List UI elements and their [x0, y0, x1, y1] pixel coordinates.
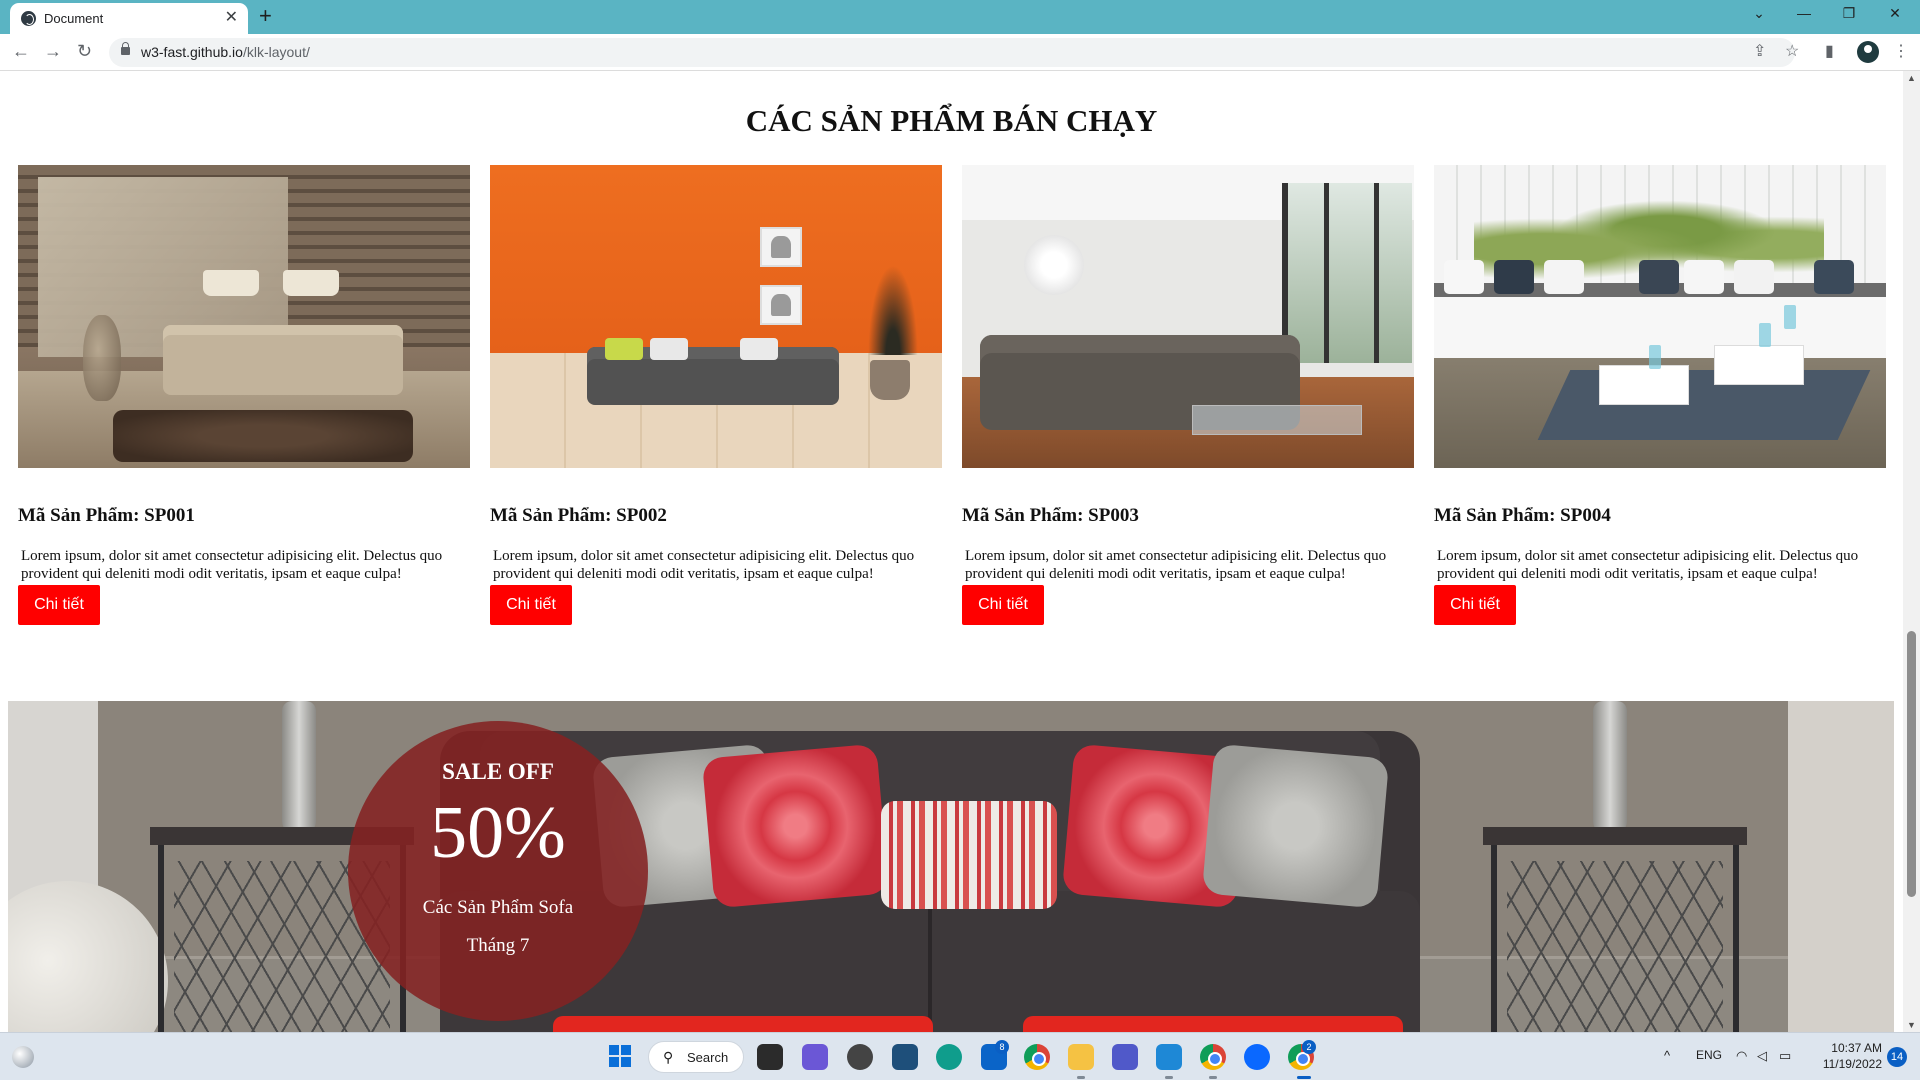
sale-banner: SALE OFF 50% Các Sản Phẩm Sofa Tháng 7 — [8, 701, 1894, 1032]
product-code: Mã Sản Phẩm: SP002 — [490, 505, 667, 526]
language-indicator[interactable]: ENG — [1696, 1048, 1722, 1062]
scroll-down-icon[interactable]: ▼ — [1907, 1020, 1916, 1030]
product-image-modern-room — [962, 165, 1414, 468]
sale-badge: SALE OFF 50% Các Sản Phẩm Sofa Tháng 7 — [348, 721, 648, 1021]
section-title: CÁC SẢN PHẨM BÁN CHẠY — [745, 103, 1158, 138]
sale-percent: 50% — [430, 792, 566, 874]
volume-icon[interactable]: ◁ — [1757, 1048, 1767, 1064]
product-card: Mã Sản Phẩm: SP004 Lorem ipsum, dolor si… — [1434, 165, 1886, 625]
details-button[interactable]: Chi tiết — [490, 585, 572, 625]
chrome-icon[interactable] — [1024, 1044, 1050, 1070]
browser-tab[interactable]: Document ✕ — [10, 3, 248, 34]
minimize-button[interactable]: — — [1789, 5, 1819, 21]
file-explorer-icon[interactable] — [1068, 1044, 1094, 1070]
share-icon[interactable]: ⇪ — [1753, 43, 1766, 61]
back-icon[interactable]: ← — [12, 41, 30, 61]
details-button[interactable]: Chi tiết — [18, 585, 100, 625]
product-description: Lorem ipsum, dolor sit amet consectetur … — [1437, 548, 1859, 582]
close-window-button[interactable]: ✕ — [1880, 5, 1910, 22]
weather-icon[interactable] — [12, 1046, 34, 1068]
vscode-icon[interactable] — [1156, 1044, 1182, 1070]
chrome-badge: 2 — [1302, 1040, 1316, 1054]
page-scrollbar[interactable]: ▲ ▼ — [1903, 71, 1920, 1032]
sale-month: Tháng 7 — [466, 935, 530, 956]
search-label: Search — [687, 1050, 729, 1065]
wifi-icon[interactable]: ◠ — [1736, 1048, 1747, 1064]
product-image-patio — [1434, 165, 1886, 468]
clock[interactable]: 10:37 AM 11/19/2022 — [1812, 1040, 1882, 1072]
chat-icon[interactable] — [802, 1044, 828, 1070]
product-image-orange-room — [490, 165, 942, 468]
search-icon: ⚲ — [663, 1049, 674, 1065]
teams-icon[interactable] — [1112, 1044, 1138, 1070]
chrome-profile-icon[interactable] — [1200, 1044, 1226, 1070]
taskbar-search[interactable]: ⚲ Search — [648, 1041, 744, 1073]
tab-title: Document — [44, 11, 104, 26]
profile-avatar[interactable] — [1857, 41, 1879, 63]
sale-products: Các Sản Phẩm Sofa — [422, 897, 574, 918]
page-viewport: CÁC SẢN PHẨM BÁN CHẠY Mã Sản Phẩm: SP001… — [0, 71, 1903, 1032]
forward-icon[interactable]: → — [44, 41, 62, 61]
zalo-icon[interactable] — [1244, 1044, 1270, 1070]
product-image-living-room — [18, 165, 470, 468]
clock-date: 11/19/2022 — [1822, 1057, 1882, 1071]
details-button[interactable]: Chi tiết — [1434, 585, 1516, 625]
reload-icon[interactable]: ↻ — [77, 41, 92, 61]
notification-badge[interactable]: 14 — [1887, 1047, 1907, 1067]
details-button[interactable]: Chi tiết — [962, 585, 1044, 625]
clock-time: 10:37 AM — [1831, 1041, 1882, 1055]
browser-tab-strip: Document ✕ + ⌄ — ❐ ✕ — [0, 0, 1920, 34]
product-card: Mã Sản Phẩm: SP001 Lorem ipsum, dolor si… — [18, 165, 470, 625]
tab-search-icon[interactable]: ⌄ — [1744, 5, 1774, 22]
scroll-up-icon[interactable]: ▲ — [1907, 73, 1916, 83]
start-icon[interactable] — [609, 1045, 631, 1067]
browser-toolbar: ← → ↻ w3-fast.github.io/klk-layout/ ⇪ ☆ … — [0, 34, 1920, 71]
product-code: Mã Sản Phẩm: SP004 — [1434, 505, 1611, 526]
edge-icon[interactable] — [936, 1044, 962, 1070]
menu-kebab-icon[interactable]: ⋮ — [1893, 43, 1909, 61]
running-indicator — [1165, 1076, 1173, 1079]
product-card: Mã Sản Phẩm: SP002 Lorem ipsum, dolor si… — [490, 165, 942, 625]
url-host: w3-fast.github.io — [141, 44, 243, 60]
mail-badge: 8 — [995, 1040, 1009, 1054]
product-code: Mã Sản Phẩm: SP001 — [18, 505, 195, 526]
bookmark-star-icon[interactable]: ☆ — [1785, 43, 1799, 61]
product-card: Mã Sản Phẩm: SP003 Lorem ipsum, dolor si… — [962, 165, 1414, 625]
windows-taskbar: ⚲ Search 8 2 ^ ENG ◠ ◁ ▭ 10:37 AM 11/19/… — [0, 1032, 1920, 1080]
restore-button[interactable]: ❐ — [1834, 5, 1864, 22]
task-view-icon[interactable] — [757, 1044, 783, 1070]
active-indicator — [1297, 1076, 1311, 1079]
product-description: Lorem ipsum, dolor sit amet consectetur … — [21, 548, 443, 582]
url-text[interactable]: w3-fast.github.io/klk-layout/ — [141, 44, 310, 60]
running-indicator — [1077, 1076, 1085, 1079]
side-panel-icon[interactable]: ▮ — [1825, 43, 1834, 61]
close-tab-icon[interactable]: ✕ — [225, 9, 238, 27]
product-description: Lorem ipsum, dolor sit amet consectetur … — [965, 548, 1387, 582]
address-bar[interactable]: w3-fast.github.io/klk-layout/ — [109, 38, 1795, 67]
new-tab-button[interactable]: + — [259, 4, 272, 28]
scroll-thumb[interactable] — [1907, 631, 1916, 897]
url-path: /klk-layout/ — [242, 44, 310, 60]
globe-icon — [21, 11, 36, 26]
product-code: Mã Sản Phẩm: SP003 — [962, 505, 1139, 526]
lock-icon — [121, 42, 130, 55]
running-indicator — [1209, 1076, 1217, 1079]
battery-icon[interactable]: ▭ — [1779, 1048, 1791, 1064]
app-icon[interactable] — [847, 1044, 873, 1070]
show-hidden-icons-icon[interactable]: ^ — [1664, 1048, 1670, 1063]
sale-heading: SALE OFF — [442, 759, 554, 784]
product-description: Lorem ipsum, dolor sit amet consectetur … — [493, 548, 915, 582]
app-icon[interactable] — [892, 1044, 918, 1070]
